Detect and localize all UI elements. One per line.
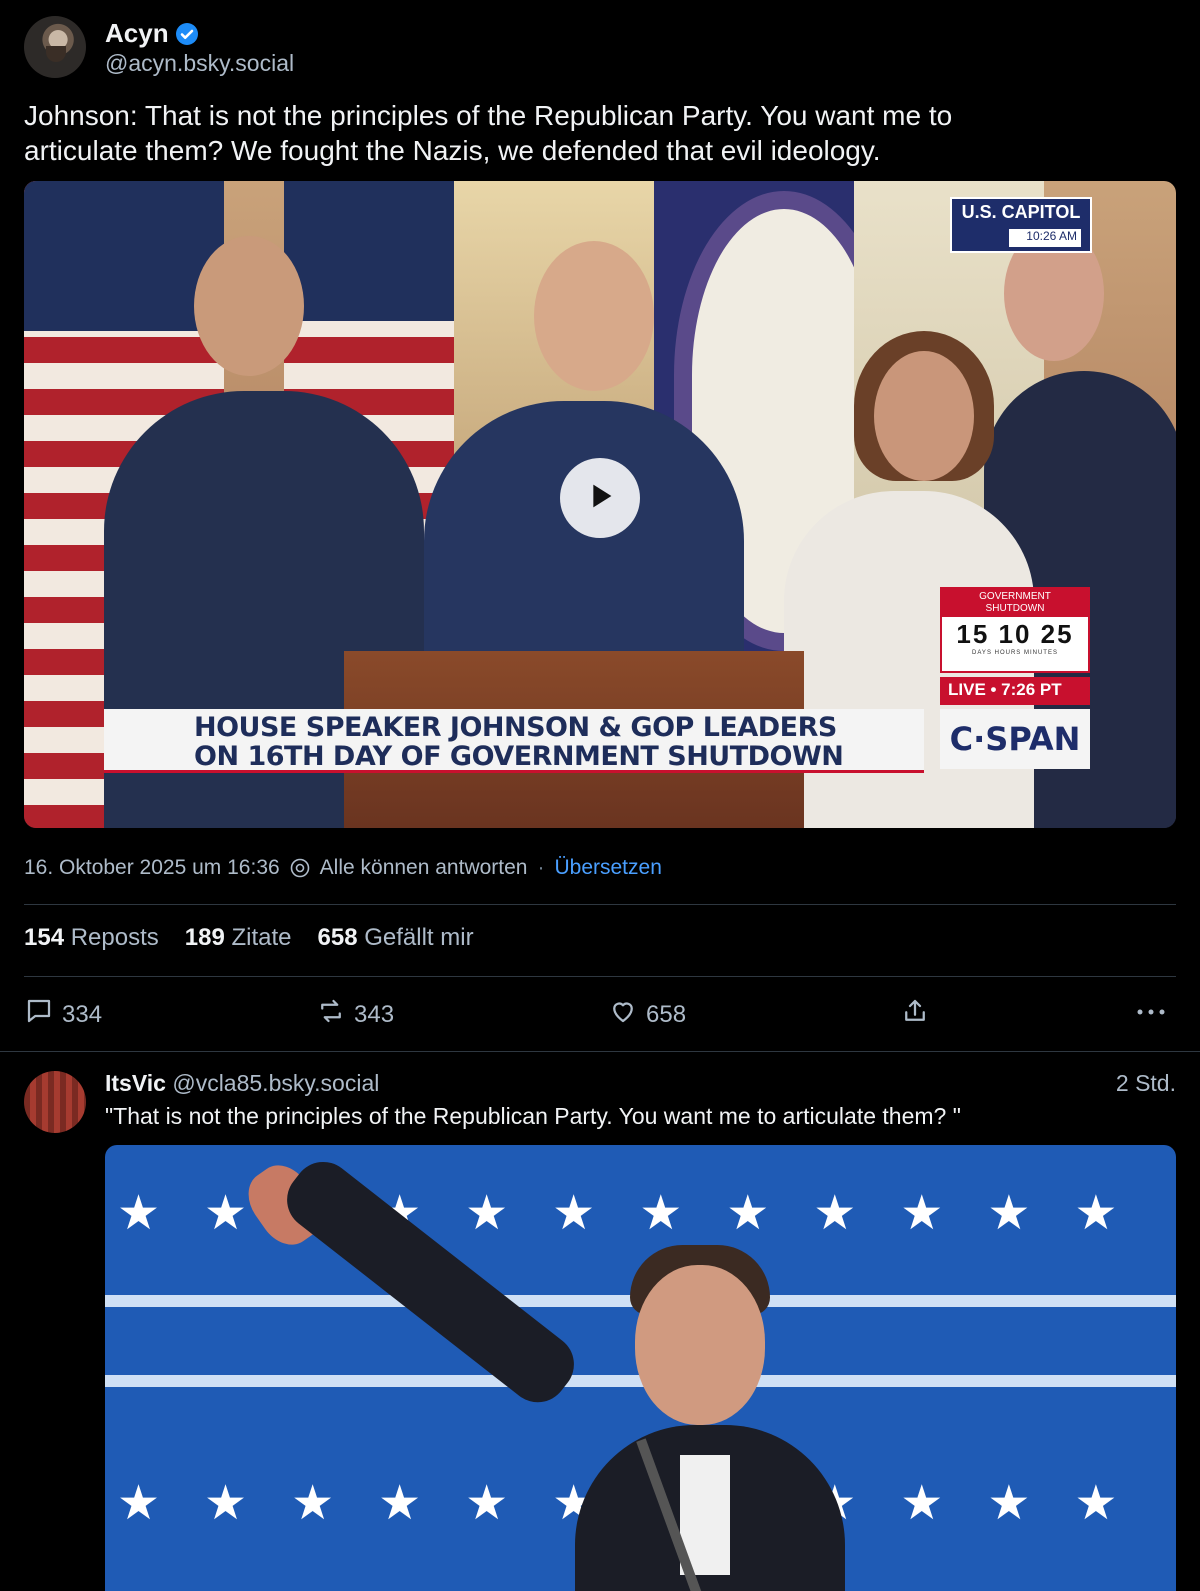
heart-icon bbox=[608, 996, 638, 1033]
reply-author[interactable]: ItsVic @vcla85.bsky.social bbox=[105, 1070, 379, 1097]
shutdown-counter: GOVERNMENT SHUTDOWN 15 10 25 DAYS HOURS … bbox=[940, 587, 1090, 673]
post-meta: 16. Oktober 2025 um 16:36 Alle können an… bbox=[24, 856, 662, 880]
thread-divider bbox=[0, 1051, 1200, 1052]
reply-settings-icon bbox=[290, 858, 310, 878]
live-badge: LIVE • 7:26 PT bbox=[940, 677, 1090, 705]
person-left-head bbox=[194, 236, 304, 376]
thread-view: Acyn @acyn.bsky.social Johnson: That is … bbox=[0, 0, 1200, 1591]
reply-button[interactable]: 334 bbox=[24, 996, 102, 1033]
location-label: U.S. CAPITOL bbox=[961, 202, 1081, 222]
reply-author-handle[interactable]: @vcla85.bsky.social bbox=[172, 1070, 379, 1096]
more-options-button[interactable] bbox=[1136, 996, 1166, 1024]
reply-setting-text[interactable]: Alle können antworten bbox=[320, 856, 528, 880]
repost-icon bbox=[316, 996, 346, 1033]
author-name[interactable]: Acyn bbox=[105, 18, 169, 49]
divider-top bbox=[24, 904, 1176, 905]
author-handle[interactable]: @acyn.bsky.social bbox=[105, 50, 294, 77]
like-count: 658 bbox=[646, 1000, 687, 1028]
reply-time[interactable]: 2 Std. bbox=[1116, 1070, 1176, 1097]
speaker-head bbox=[534, 241, 654, 391]
post-text-line-2: articulate them? We fought the Nazis, we… bbox=[24, 135, 881, 166]
video-player[interactable]: HOUSE SPEAKER JOHNSON & GOP LEADERS ON 1… bbox=[24, 181, 1176, 828]
comment-icon bbox=[24, 996, 54, 1033]
quotes-stat[interactable]: 189 Zitate bbox=[185, 924, 292, 952]
post-stats: 154 Reposts 189 Zitate 658 Gefällt mir bbox=[24, 924, 474, 952]
reply-count: 334 bbox=[62, 1000, 103, 1028]
reply-image[interactable]: ★★★★★★★★★★★★ ★★★★★★★★★★★★ bbox=[105, 1145, 1176, 1591]
caption-line-1: HOUSE SPEAKER JOHNSON & GOP LEADERS bbox=[194, 712, 837, 743]
location-time: 10:26 AM bbox=[1009, 229, 1081, 247]
reply-author-name[interactable]: ItsVic bbox=[105, 1070, 166, 1096]
network-logo: C·SPAN bbox=[940, 709, 1090, 769]
reply-text: "That is not the principles of the Repub… bbox=[105, 1103, 961, 1129]
repost-button[interactable]: 343 bbox=[316, 996, 394, 1033]
translate-link[interactable]: Übersetzen bbox=[554, 856, 661, 880]
divider-bottom bbox=[24, 976, 1176, 977]
person-right-head bbox=[874, 351, 974, 481]
shutdown-digits: 15 10 25 bbox=[956, 619, 1074, 649]
shutdown-units: DAYS HOURS MINUTES bbox=[972, 650, 1058, 656]
reply-author-avatar[interactable] bbox=[24, 1071, 86, 1133]
shutdown-label-2: SHUTDOWN bbox=[985, 603, 1045, 614]
share-icon bbox=[900, 996, 930, 1033]
play-button[interactable] bbox=[560, 458, 640, 538]
author-avatar[interactable] bbox=[24, 16, 86, 78]
post-timestamp: 16. Oktober 2025 um 16:36 bbox=[24, 856, 280, 879]
post-text-line-1: Johnson: That is not the principles of t… bbox=[24, 100, 953, 131]
post-actions: 334 343 658 bbox=[24, 996, 1176, 1028]
author-name-row[interactable]: Acyn bbox=[105, 18, 199, 49]
share-button[interactable] bbox=[900, 996, 930, 1033]
like-button[interactable]: 658 bbox=[608, 996, 686, 1033]
lower-third-caption: HOUSE SPEAKER JOHNSON & GOP LEADERS ON 1… bbox=[104, 709, 924, 773]
likes-stat[interactable]: 658 Gefällt mir bbox=[318, 924, 474, 952]
play-icon bbox=[581, 477, 619, 520]
repost-count: 343 bbox=[354, 1000, 395, 1028]
meta-separator: · bbox=[537, 856, 545, 879]
caption-line-2: ON 16TH DAY OF GOVERNMENT SHUTDOWN bbox=[194, 741, 844, 772]
shutdown-label-1: GOVERNMENT bbox=[979, 591, 1051, 602]
more-icon bbox=[1136, 996, 1166, 1024]
reposts-stat[interactable]: 154 Reposts bbox=[24, 924, 159, 952]
post-text: Johnson: That is not the principles of t… bbox=[24, 98, 1144, 168]
figure-face bbox=[635, 1265, 765, 1425]
verified-badge-icon bbox=[175, 22, 199, 46]
